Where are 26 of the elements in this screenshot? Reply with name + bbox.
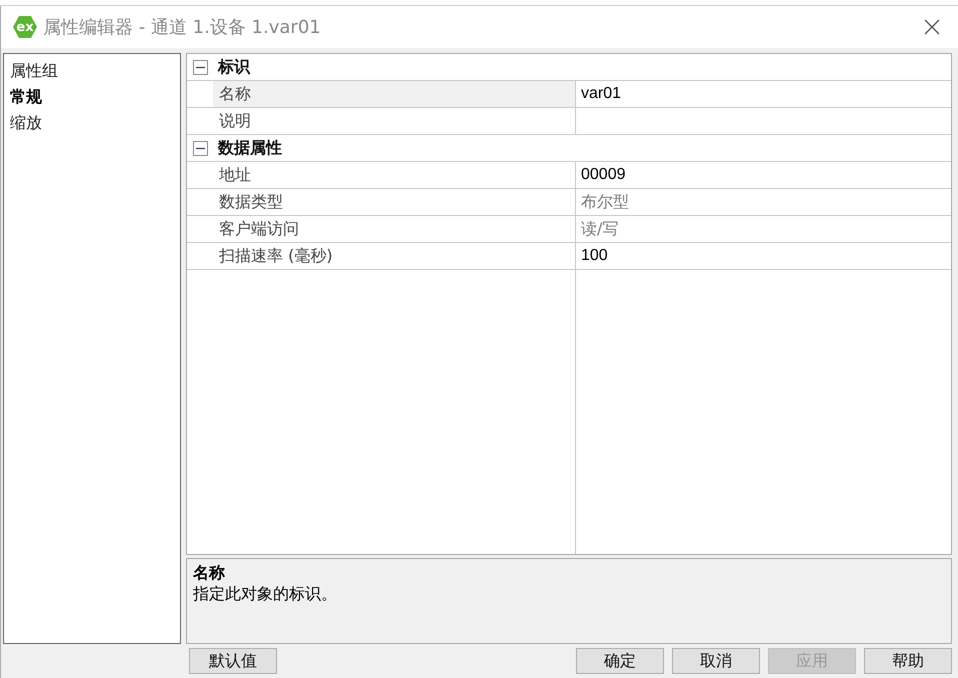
- window-title: 属性编辑器 - 通道 1.设备 1.var01: [43, 16, 322, 39]
- property-value[interactable]: 布尔型: [576, 189, 951, 215]
- collapse-icon[interactable]: [193, 140, 208, 156]
- description-title: 名称: [193, 563, 226, 584]
- description-text: 指定此对象的标识。: [193, 584, 338, 605]
- property-value[interactable]: var01: [576, 81, 951, 107]
- collapse-icon[interactable]: [193, 60, 208, 74]
- close-icon[interactable]: [924, 19, 940, 35]
- app-logo: ex: [13, 16, 37, 38]
- property-name[interactable]: 数据类型: [213, 189, 576, 215]
- property-value[interactable]: 100: [576, 243, 951, 269]
- category-label[interactable]: 数据属性: [218, 138, 282, 158]
- dialog-button[interactable]: 默认值: [189, 648, 277, 674]
- category-label[interactable]: 标识: [218, 56, 250, 78]
- property-name[interactable]: 扫描速率 (毫秒): [213, 243, 576, 269]
- property-value[interactable]: 读/写: [576, 216, 951, 242]
- dialog-button[interactable]: 帮助: [864, 648, 952, 674]
- dialog-button[interactable]: 确定: [576, 648, 664, 674]
- property-value[interactable]: 00009: [576, 162, 951, 188]
- property-name[interactable]: 地址: [213, 162, 576, 188]
- property-name[interactable]: 名称: [213, 81, 576, 107]
- sidebar-item[interactable]: 常规: [10, 84, 174, 110]
- property-name[interactable]: 客户端访问: [213, 216, 576, 242]
- dialog-button[interactable]: 取消: [672, 648, 760, 674]
- sidebar-item[interactable]: 缩放: [10, 110, 174, 136]
- sidebar-item[interactable]: 属性组: [10, 58, 174, 84]
